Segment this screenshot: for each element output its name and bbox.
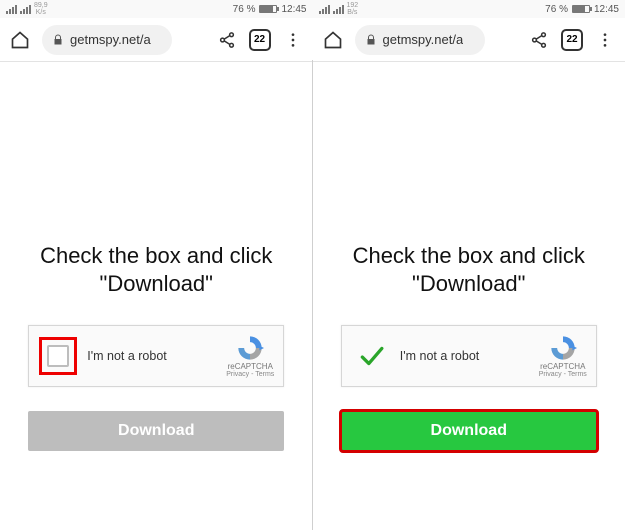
signal-icon <box>319 5 330 14</box>
home-icon[interactable] <box>8 28 32 52</box>
recaptcha-links[interactable]: Privacy - Terms <box>539 371 587 378</box>
recaptcha-widget: I'm not a robot reCAPTCHA Privacy - Term… <box>341 325 597 387</box>
signal-icon-2 <box>20 5 31 14</box>
signal-icon-2 <box>333 5 344 14</box>
recaptcha-brand: reCAPTCHA <box>540 362 585 371</box>
share-icon[interactable] <box>215 28 239 52</box>
screen-after: 192 B/s 76 % 12:45 getmspy.net/a 22 Chec… <box>313 0 625 530</box>
battery-icon <box>572 5 590 13</box>
lock-icon <box>52 34 64 46</box>
data-rate: 192 B/s <box>347 2 359 16</box>
battery-percent: 76 % <box>545 4 568 15</box>
home-icon[interactable] <box>321 28 345 52</box>
browser-toolbar: getmspy.net/a 22 <box>0 18 313 62</box>
battery-icon <box>259 5 277 13</box>
tab-count[interactable]: 22 <box>249 29 271 51</box>
url-text: getmspy.net/a <box>70 32 151 47</box>
recaptcha-checkbox[interactable] <box>47 345 69 367</box>
url-bar[interactable]: getmspy.net/a <box>355 25 485 55</box>
screen-before: 89,9 K/s 76 % 12:45 getmspy.net/a 22 Che… <box>0 0 313 530</box>
battery-percent: 76 % <box>233 4 256 15</box>
recaptcha-label: I'm not a robot <box>87 349 221 363</box>
status-bar: 89,9 K/s 76 % 12:45 <box>0 0 313 18</box>
page-content: Check the box and click "Download" I'm n… <box>0 62 313 530</box>
tab-count[interactable]: 22 <box>561 29 583 51</box>
share-icon[interactable] <box>527 28 551 52</box>
signal-icon <box>6 5 17 14</box>
url-bar[interactable]: getmspy.net/a <box>42 25 172 55</box>
recaptcha-widget: I'm not a robot reCAPTCHA Privacy - Term… <box>28 325 284 387</box>
recaptcha-brand: reCAPTCHA <box>228 362 273 371</box>
menu-icon[interactable] <box>593 28 617 52</box>
clock: 12:45 <box>281 4 306 15</box>
menu-icon[interactable] <box>281 28 305 52</box>
data-rate: 89,9 K/s <box>34 2 48 16</box>
page-heading: Check the box and click "Download" <box>40 242 272 297</box>
browser-toolbar: getmspy.net/a 22 <box>313 18 625 62</box>
pane-divider <box>312 60 313 530</box>
recaptcha-label: I'm not a robot <box>400 349 534 363</box>
clock: 12:45 <box>594 4 619 15</box>
recaptcha-icon <box>236 334 264 362</box>
recaptcha-icon <box>549 334 577 362</box>
status-bar: 192 B/s 76 % 12:45 <box>313 0 625 18</box>
recaptcha-links[interactable]: Privacy - Terms <box>226 371 274 378</box>
lock-icon <box>365 34 377 46</box>
download-button[interactable]: Download <box>341 411 597 451</box>
page-content: Check the box and click "Download" I'm n… <box>313 62 625 530</box>
url-text: getmspy.net/a <box>383 32 464 47</box>
highlight-box <box>39 337 77 375</box>
page-heading: Check the box and click "Download" <box>353 242 585 297</box>
recaptcha-checkmark-icon[interactable] <box>358 343 384 369</box>
download-button[interactable]: Download <box>28 411 284 451</box>
